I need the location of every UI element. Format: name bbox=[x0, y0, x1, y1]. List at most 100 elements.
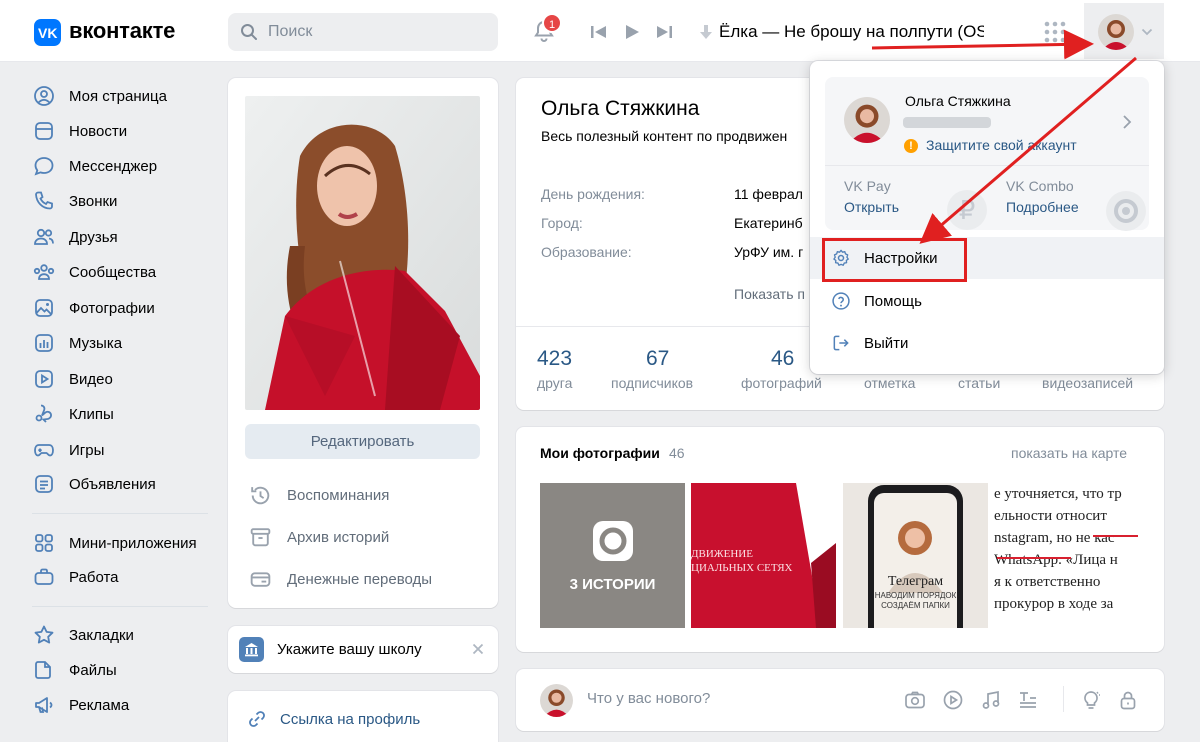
profile-link-text[interactable]: Ссылка на профиль bbox=[280, 711, 420, 728]
nav-label: Сообщества bbox=[69, 263, 157, 281]
info-value-birthday[interactable]: 11 феврал bbox=[734, 186, 809, 202]
nav-item-work[interactable]: Работа bbox=[32, 561, 222, 593]
nav-item-bookmarks[interactable]: Закладки bbox=[32, 619, 222, 651]
avatar[interactable] bbox=[1098, 14, 1134, 50]
gamepad-icon bbox=[34, 444, 54, 457]
clips-icon bbox=[35, 404, 52, 423]
communities-icon bbox=[33, 264, 55, 280]
phone-icon bbox=[35, 191, 53, 210]
school-prompt-text[interactable]: Укажите вашу школу bbox=[277, 641, 422, 658]
stat-photos-count[interactable]: 46 bbox=[771, 347, 794, 371]
megaphone-icon bbox=[35, 697, 53, 713]
protect-account-link[interactable]: Защитите свой аккаунт bbox=[926, 137, 1077, 153]
menu-stories-archive[interactable]: Архив историй bbox=[248, 522, 389, 552]
photo-thumbnail[interactable]: Телеграм НАВОДИМ ПОРЯДОК СОЗДАЁМ ПАПКИ bbox=[843, 483, 988, 628]
thumb-text-line: ельности относит bbox=[994, 508, 1107, 524]
account-divider bbox=[825, 165, 1149, 166]
thumb-subtitle: НАВОДИМ ПОРЯДОК СОЗДАЁМ ПАПКИ bbox=[874, 591, 957, 610]
now-playing-track[interactable]: Ёлка — Не брошу на полпути (OS... bbox=[719, 22, 984, 42]
apps-grid-icon[interactable] bbox=[1044, 21, 1066, 43]
photo-thumbnail[interactable]: ДВИЖЕНИЕ ЦИАЛЬНЫХ СЕТЯХ bbox=[691, 483, 836, 628]
nav-item-files[interactable]: Файлы bbox=[32, 654, 222, 686]
vk-logo-icon[interactable]: VK bbox=[34, 19, 61, 46]
menu-item-help[interactable]: Помощь bbox=[810, 280, 1164, 322]
stat-friends-count[interactable]: 423 bbox=[537, 347, 572, 371]
nav-item-news[interactable]: Новости bbox=[32, 115, 222, 147]
nav-label: Мини-приложения bbox=[69, 534, 197, 552]
stat-tags-label[interactable]: отметка bbox=[864, 375, 915, 391]
nav-item-video[interactable]: Видео bbox=[32, 363, 222, 395]
menu-memories[interactable]: Воспоминания bbox=[248, 480, 389, 510]
nav-item-advertising[interactable]: Реклама bbox=[32, 689, 222, 721]
chevron-down-icon[interactable] bbox=[1141, 28, 1153, 36]
nav-item-calls[interactable]: Звонки bbox=[32, 185, 222, 217]
thumb-caption: ДВИЖЕНИЕ ЦИАЛЬНЫХ СЕТЯХ bbox=[691, 548, 793, 574]
chevron-right-icon[interactable] bbox=[1122, 114, 1132, 130]
info-value-education[interactable]: УрФУ им. г bbox=[734, 244, 809, 260]
camera-icon[interactable] bbox=[904, 689, 926, 711]
nav-item-messenger[interactable]: Мессенджер bbox=[32, 150, 222, 182]
nav-item-communities[interactable]: Сообщества bbox=[32, 256, 222, 288]
stat-followers-count[interactable]: 67 bbox=[646, 347, 669, 371]
lock-icon[interactable] bbox=[1117, 689, 1139, 711]
music-icon[interactable] bbox=[980, 689, 1002, 711]
highlight-box bbox=[822, 238, 967, 282]
nav-item-clips[interactable]: Клипы bbox=[32, 398, 222, 430]
stat-followers-label[interactable]: подписчиков bbox=[611, 375, 693, 391]
nav-label: Клипы bbox=[69, 405, 114, 423]
close-icon[interactable] bbox=[472, 643, 484, 655]
nav-label: Новости bbox=[69, 122, 128, 140]
friends-icon bbox=[34, 228, 54, 245]
new-post-input[interactable]: Что у вас нового? bbox=[587, 690, 710, 707]
vk-logo-text[interactable]: вконтакте bbox=[69, 18, 175, 44]
nav-item-games[interactable]: Игры bbox=[32, 434, 222, 466]
nav-label: Моя страница bbox=[69, 87, 167, 105]
stat-friends-label[interactable]: друга bbox=[537, 375, 572, 391]
ruble-icon: ₽ bbox=[947, 190, 987, 230]
info-label-city: Город: bbox=[541, 215, 583, 231]
nav-label: Звонки bbox=[69, 192, 118, 210]
nav-label: Реклама bbox=[69, 696, 130, 714]
stories-thumbnail[interactable]: 3 ИСТОРИИ bbox=[540, 483, 685, 628]
news-icon bbox=[35, 122, 53, 140]
nav-item-music[interactable]: Музыка bbox=[32, 327, 222, 359]
thumb-text-line: я к ответственно bbox=[994, 574, 1101, 590]
toolbar-divider bbox=[1063, 686, 1064, 712]
nav-label: Работа bbox=[69, 568, 119, 586]
vkpay-open-link[interactable]: Открыть bbox=[844, 199, 899, 215]
history-icon bbox=[251, 486, 270, 504]
nav-item-ads[interactable]: Объявления bbox=[32, 468, 222, 500]
text-underline bbox=[997, 557, 1071, 559]
info-value-city[interactable]: Екатеринб bbox=[734, 215, 809, 231]
user-circle-icon bbox=[34, 86, 54, 106]
help-icon bbox=[832, 292, 850, 310]
show-more-link[interactable]: Показать п bbox=[734, 286, 809, 302]
idea-icon[interactable] bbox=[1080, 689, 1102, 711]
stat-videos-label[interactable]: видеозаписей bbox=[1042, 375, 1133, 391]
previous-track-icon[interactable] bbox=[590, 24, 608, 40]
stat-articles-label[interactable]: статьи bbox=[958, 375, 1000, 391]
briefcase-icon bbox=[34, 568, 54, 585]
menu-item-logout[interactable]: Выйти bbox=[810, 322, 1164, 364]
next-track-icon[interactable] bbox=[655, 24, 673, 40]
nav-item-my-page[interactable]: Моя страница bbox=[32, 80, 222, 112]
menu-money-transfers[interactable]: Денежные переводы bbox=[248, 564, 432, 594]
photos-title[interactable]: Мои фотографии bbox=[540, 445, 660, 461]
text-underline bbox=[1093, 535, 1138, 537]
vkpay-title: VK Pay bbox=[844, 178, 891, 194]
vkcombo-more-link[interactable]: Подробнее bbox=[1006, 199, 1079, 215]
video-icon[interactable] bbox=[942, 689, 964, 711]
stat-photos-label[interactable]: фотографий bbox=[741, 375, 822, 391]
nav-item-mini-apps[interactable]: Мини-приложения bbox=[32, 527, 222, 559]
profile-status[interactable]: Весь полезный контент по продвижен bbox=[541, 128, 811, 144]
article-icon[interactable] bbox=[1017, 689, 1039, 711]
show-on-map-link[interactable]: показать на карте bbox=[1011, 445, 1127, 461]
nav-item-friends[interactable]: Друзья bbox=[32, 221, 222, 253]
profile-photo[interactable] bbox=[245, 96, 480, 410]
nav-label: Игры bbox=[69, 441, 105, 459]
nav-item-photos[interactable]: Фотографии bbox=[32, 292, 222, 324]
nav-label: Друзья bbox=[69, 228, 118, 246]
edit-profile-button[interactable]: Редактировать bbox=[245, 424, 480, 459]
photo-thumbnail[interactable]: е уточняется, что тр ельности относит ns… bbox=[994, 483, 1140, 628]
play-icon[interactable] bbox=[624, 24, 640, 40]
